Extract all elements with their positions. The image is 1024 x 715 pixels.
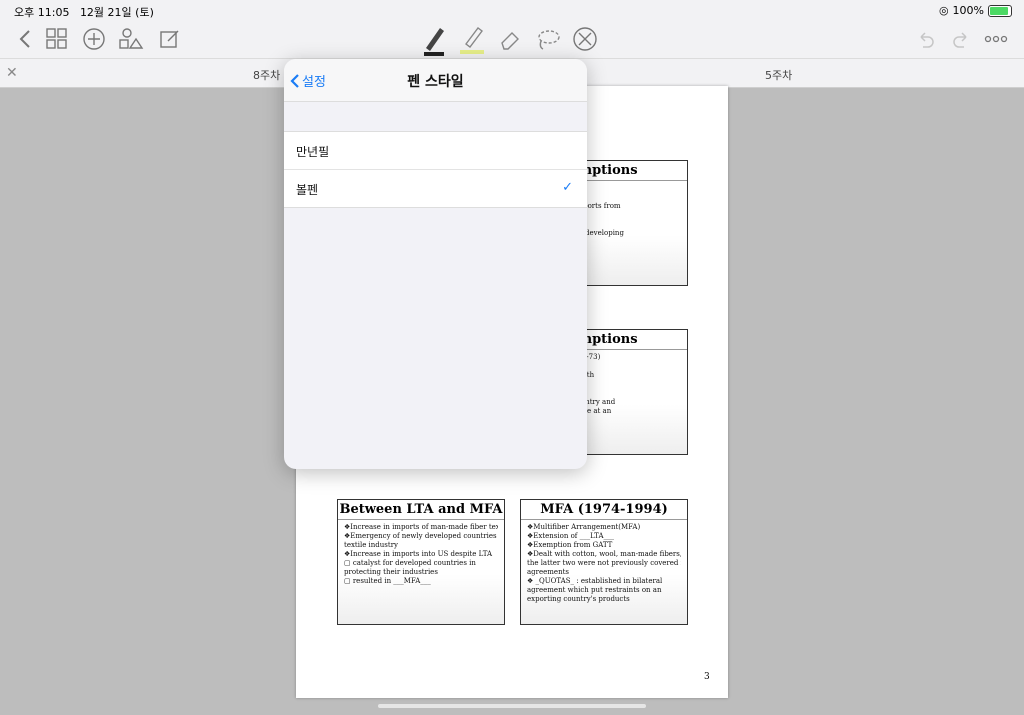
- slide-title: MFA (1974-1994): [521, 500, 687, 520]
- pen-style-option-ballpoint[interactable]: 볼펜 ✓: [284, 169, 587, 207]
- slide-title: Between LTA and MFA: [338, 500, 504, 520]
- tab-week-8[interactable]: 8주차: [253, 67, 280, 83]
- home-indicator: [378, 704, 646, 708]
- slide-thumbnail: Between LTA and MFA ❖Increase in imports…: [337, 499, 505, 625]
- option-label: 만년필: [296, 145, 330, 159]
- slide-body: ❖Multifiber Arrangement(MFA) ❖Extension …: [527, 523, 681, 603]
- wifi-icon: ◎: [938, 4, 949, 17]
- grid-icon[interactable]: [44, 26, 70, 52]
- option-label: 볼펜: [296, 183, 319, 197]
- redo-icon[interactable]: [949, 26, 975, 52]
- edit-icon[interactable]: [157, 26, 183, 52]
- popover-title: 펜 스타일: [407, 74, 464, 90]
- status-time: 오후 11:05: [14, 6, 70, 19]
- tab-week-5[interactable]: 5주차: [765, 67, 792, 83]
- eraser-icon[interactable]: [497, 26, 523, 52]
- close-icon[interactable]: ✕: [6, 65, 18, 81]
- lasso-icon[interactable]: [535, 26, 561, 52]
- back-icon[interactable]: [12, 26, 38, 52]
- pen-style-popover: 설정 펜 스타일 만년필 볼펜 ✓: [284, 59, 587, 469]
- status-right: ◎ 100%: [939, 4, 1012, 17]
- pen-style-option-fountain[interactable]: 만년필: [284, 132, 587, 169]
- pen-style-list: 만년필 볼펜 ✓: [284, 131, 587, 208]
- add-icon[interactable]: [81, 26, 107, 52]
- pen-tool-icon[interactable]: [420, 22, 446, 56]
- pen-style-icon[interactable]: [572, 26, 598, 52]
- popover-header: 설정 펜 스타일: [284, 59, 587, 102]
- status-date: 12월 21일 (토): [79, 6, 154, 19]
- highlighter-icon[interactable]: [458, 22, 484, 56]
- shapes-icon[interactable]: [118, 26, 144, 52]
- battery-percent: 100%: [952, 4, 984, 17]
- status-time-date: 오후 11:05 12월 21일 (토): [14, 4, 154, 20]
- status-bar: 오후 11:05 12월 21일 (토) ◎ 100%: [0, 0, 1024, 20]
- slide-thumbnail: MFA (1974-1994) ❖Multifiber Arrangement(…: [520, 499, 688, 625]
- page-number: 3: [704, 672, 710, 682]
- undo-icon[interactable]: [912, 26, 938, 52]
- more-icon[interactable]: [983, 26, 1009, 52]
- battery-icon: [988, 4, 1012, 17]
- checkmark-icon: ✓: [562, 180, 573, 195]
- toolbar: [0, 20, 1024, 58]
- slide-body: ❖Increase in imports of man-made fiber t…: [344, 523, 498, 585]
